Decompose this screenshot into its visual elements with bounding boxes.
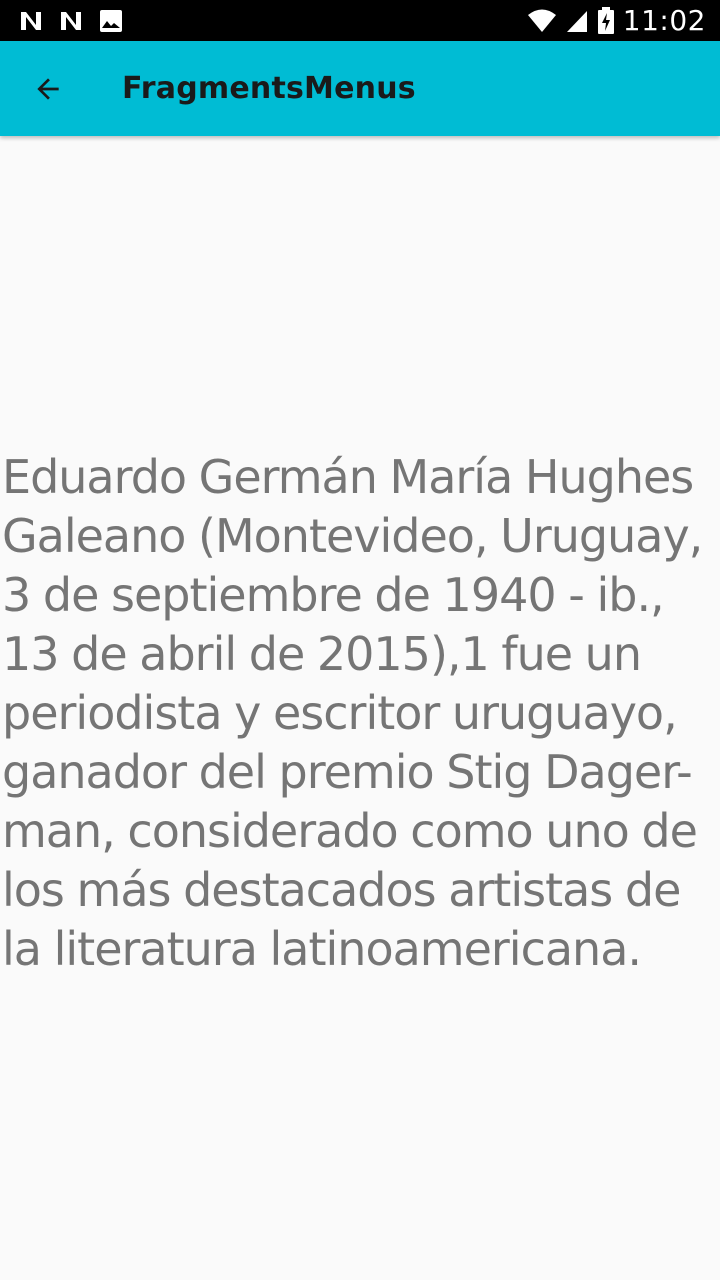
back-button[interactable] — [20, 61, 76, 117]
arrow-back-icon — [37, 78, 59, 100]
image-icon — [100, 10, 122, 32]
status-bar: 11:02 — [0, 0, 720, 41]
cell-signal-icon — [566, 11, 587, 32]
status-time: 11:02 — [622, 4, 706, 37]
app-bar: FragmentsMenus — [0, 41, 720, 136]
app-title: FragmentsMenus — [122, 71, 416, 106]
battery-charging-icon — [597, 7, 614, 34]
notification-n-icon — [21, 12, 41, 30]
notification-n-icon — [61, 12, 81, 30]
system-icons: 11:02 — [527, 6, 706, 36]
content-area: Eduardo Germán María Hughes Galeano (Mon… — [0, 136, 720, 1280]
wifi-icon — [527, 9, 556, 32]
notification-icons — [18, 8, 124, 34]
biography-text: Eduardo Germán María Hughes Galeano (Mon… — [2, 450, 703, 976]
